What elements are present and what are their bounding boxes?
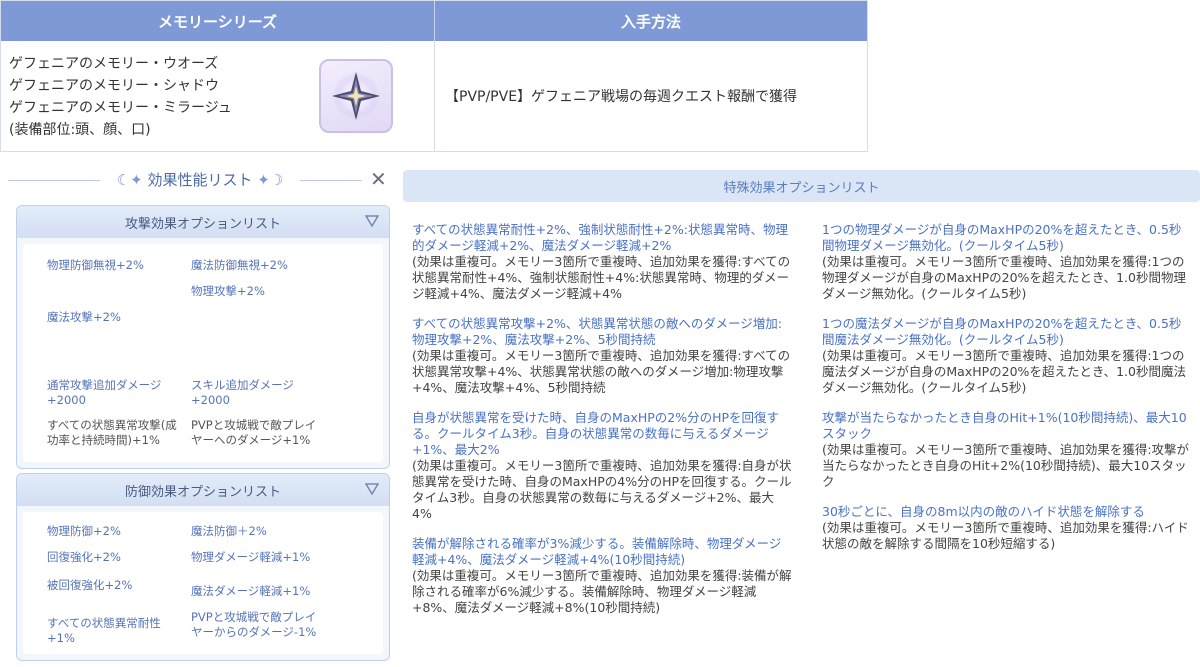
effect-entry: 30秒ごとに、自身の8m以内の敵のハイド状態を解除する (効果は重複可。メモリー… (822, 504, 1192, 552)
option-item: 物理防御+2% (47, 524, 121, 538)
effect-detail: (効果は重複可。メモリー3箇所で重複時、追加効果を獲得:1つの魔法ダメージが自身… (822, 348, 1186, 395)
effect-entry: 攻撃が当たらなかったとき自身のHit+1%(10秒間持続)、最大10スタック (… (822, 410, 1192, 490)
collapse-triangle-icon[interactable] (365, 483, 379, 495)
effect-entry: すべての状態異常耐性+2%、強制状態耐性+2%:状態異常時、物理的ダメージ軽減+… (412, 222, 792, 302)
effect-detail: (効果は重複可。メモリー3箇所で重複時、追加効果を獲得:攻撃が当たらなかったとき… (822, 442, 1190, 489)
attack-options-panel: 攻撃効果オプションリスト 物理防御無視+2% 魔法防御無視+2% 物理攻撃+2%… (16, 205, 390, 469)
option-item: 魔法防御＋2% (191, 524, 267, 538)
attack-options-body: 物理防御無視+2% 魔法防御無視+2% 物理攻撃+2% 魔法攻撃+2% 通常攻撃… (23, 244, 383, 462)
effect-entry: 自身が状態異常を受けた時、自身のMaxHPの2%分のHPを回復する。クールタイム… (412, 410, 792, 522)
special-effects-column-right: 1つの物理ダメージが自身のMaxHPの20%を超えたとき、0.5秒間物理ダメージ… (822, 222, 1192, 566)
effect-title: 1つの物理ダメージが自身のMaxHPの20%を超えたとき、0.5秒間物理ダメージ… (822, 222, 1182, 253)
defense-options-body: 物理防御+2% 魔法防御＋2% 回復強化+2% 物理ダメージ軽減+1% 被回復強… (23, 512, 383, 654)
collapse-triangle-icon[interactable] (365, 215, 379, 227)
special-effects-header: 特殊効果オプションリスト (403, 170, 1200, 202)
panel-title-text: 効果性能リスト (147, 171, 253, 189)
effect-detail: (効果は重複可。メモリー3箇所で重複時、追加効果を獲得:すべての状態異常攻撃+4… (412, 348, 791, 395)
attack-options-header[interactable]: 攻撃効果オプションリスト (17, 206, 389, 238)
header-memory-series: メモリーシリーズ (1, 1, 435, 41)
memory-list-cell: ゲフェニアのメモリー・ウオーズ ゲフェニアのメモリー・シャドウ ゲフェニアのメモ… (1, 41, 435, 151)
header-obtain-method: 入手方法 (620, 12, 681, 31)
option-item: 物理防御無視+2% (47, 258, 144, 272)
option-item: すべての状態異常攻撃(成功率と持続時間)+1% (47, 418, 177, 447)
effect-entry: すべての状態異常攻撃+2%、状態異常状態の敵へのダメージ増加:物理攻撃+2%、魔… (412, 316, 792, 396)
effect-title: すべての状態異常攻撃+2%、状態異常状態の敵へのダメージ増加:物理攻撃+2%、魔… (412, 316, 783, 347)
effect-detail: (効果は重複可。メモリー3箇所で重複時、追加効果を獲得:自身が状態異常を受けた時… (412, 458, 792, 521)
close-icon[interactable]: ✕ (370, 169, 388, 189)
effect-title: 装備が解除される確率が3%減少する。装備解除時、物理ダメージ軽減+4%、魔法ダメ… (412, 536, 782, 567)
effect-performance-panel: ☾✦ 効果性能リスト ✦☽ ✕ 攻撃効果オプションリスト 物理防御無視+2% 魔… (8, 165, 392, 661)
option-item: PVPと攻城戦で敵プレイヤーからのダメージ-1% (191, 610, 317, 639)
option-item: 通常攻撃追加ダメージ+2000 (47, 378, 162, 407)
crystal-star-icon (319, 59, 393, 133)
effect-title: 自身が状態異常を受けた時、自身のMaxHPの2%分のHPを回復する。クールタイム… (412, 410, 780, 457)
option-item: 魔法ダメージ軽減+1% (191, 584, 311, 598)
effect-detail: (効果は重複可。メモリー3箇所で重複時、追加効果を獲得:ハイド状態の敵を解除する… (822, 520, 1189, 551)
effect-detail: (効果は重複可。メモリー3箇所で重複時、追加効果を獲得:すべての状態異常耐性+4… (412, 254, 791, 301)
defense-options-panel: 防御効果オプションリスト 物理防御+2% 魔法防御＋2% 回復強化+2% 物理ダ… (16, 473, 390, 661)
panel-title: ☾✦ 効果性能リスト ✦☽ (8, 169, 392, 190)
table-header: メモリーシリーズ 入手方法 (1, 1, 867, 41)
option-item: PVPと攻城戦で敵プレイヤーへのダメージ+1% (191, 418, 317, 447)
effect-title: すべての状態異常耐性+2%、強制状態耐性+2%:状態異常時、物理的ダメージ軽減+… (412, 222, 788, 253)
option-item: 物理ダメージ軽減+1% (191, 550, 311, 564)
effect-entry: 装備が解除される確率が3%減少する。装備解除時、物理ダメージ軽減+4%、魔法ダメ… (412, 536, 792, 616)
memory-series-table: メモリーシリーズ 入手方法 ゲフェニアのメモリー・ウオーズ ゲフェニアのメモリー… (0, 0, 868, 152)
option-item: 魔法攻撃+2% (47, 310, 121, 324)
option-item: すべての状態異常耐性+1% (47, 616, 161, 645)
obtain-method-cell: 【PVP/PVE】ゲフェニア戦場の毎週クエスト報酬で獲得 (445, 89, 798, 105)
special-effects-column-left: すべての状態異常耐性+2%、強制状態耐性+2%:状態異常時、物理的ダメージ軽減+… (412, 222, 792, 630)
panel-title-row: ☾✦ 効果性能リスト ✦☽ ✕ (8, 165, 392, 195)
option-item: 回復強化+2% (47, 550, 121, 564)
effect-entry: 1つの物理ダメージが自身のMaxHPの20%を超えたとき、0.5秒間物理ダメージ… (822, 222, 1192, 302)
defense-options-title: 防御効果オプションリスト (124, 484, 281, 500)
defense-options-header[interactable]: 防御効果オプションリスト (17, 474, 389, 506)
option-item: 物理攻撃+2% (191, 284, 265, 298)
crescent-ornament-icon: ✦☽ (257, 171, 284, 189)
table-row: ゲフェニアのメモリー・ウオーズ ゲフェニアのメモリー・シャドウ ゲフェニアのメモ… (1, 41, 867, 151)
option-item: 魔法防御無視+2% (191, 258, 288, 272)
effect-title: 1つの魔法ダメージが自身のMaxHPの20%を超えたとき、0.5秒間魔法ダメージ… (822, 316, 1182, 347)
effect-title: 30秒ごとに、自身の8m以内の敵のハイド状態を解除する (822, 504, 1145, 519)
effect-detail: (効果は重複可。メモリー3箇所で重複時、追加効果を獲得:装備が解除される確率が6… (412, 568, 792, 615)
crescent-ornament-icon: ☾✦ (116, 171, 143, 189)
option-item: 被回復強化+2% (47, 578, 133, 592)
effect-detail: (効果は重複可。メモリー3箇所で重複時、追加効果を獲得:1つの物理ダメージが自身… (822, 254, 1186, 301)
option-item: スキル追加ダメージ+2000 (191, 378, 294, 407)
effect-entry: 1つの魔法ダメージが自身のMaxHPの20%を超えたとき、0.5秒間魔法ダメージ… (822, 316, 1192, 396)
attack-options-title: 攻撃効果オプションリスト (124, 216, 281, 232)
effect-title: 攻撃が当たらなかったとき自身のHit+1%(10秒間持続)、最大10スタック (822, 410, 1187, 441)
